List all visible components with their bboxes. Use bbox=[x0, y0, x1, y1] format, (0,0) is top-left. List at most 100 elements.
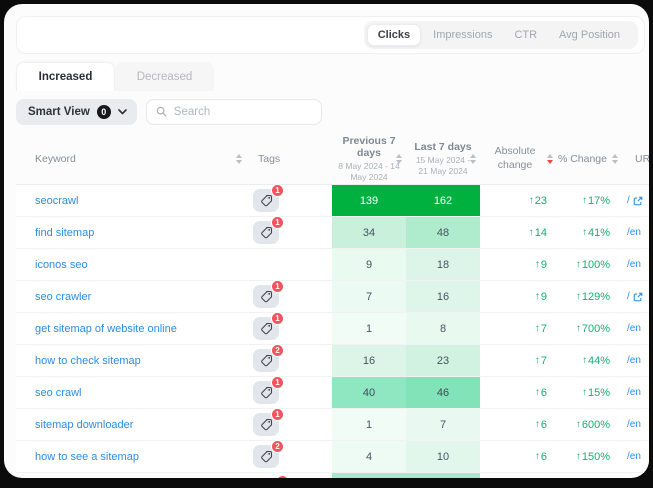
tag-count-badge: 1 bbox=[271, 376, 284, 389]
metric-tab-clicks[interactable]: Clicks bbox=[367, 24, 421, 46]
smart-view-button[interactable]: Smart View 0 bbox=[16, 99, 137, 125]
pct-change-cell: ↑41% bbox=[557, 217, 622, 248]
pct-change-cell: ↑700% bbox=[557, 313, 622, 344]
absolute-change-cell: ↑7 bbox=[480, 313, 557, 344]
up-arrow-icon: ↑ bbox=[582, 227, 587, 238]
prev-clicks-cell: 34 bbox=[332, 217, 406, 248]
prev-clicks-cell: 139 bbox=[332, 185, 406, 216]
view-tabs: Increased Decreased bbox=[16, 62, 649, 91]
url-link[interactable]: /en bbox=[627, 323, 641, 334]
keyword-link[interactable]: seo crawl bbox=[35, 387, 81, 399]
up-arrow-icon: ↑ bbox=[529, 195, 534, 206]
sort-icon-keyword[interactable] bbox=[236, 154, 242, 164]
up-arrow-icon: ↑ bbox=[576, 419, 581, 430]
sort-icon-absolute-change-active[interactable] bbox=[547, 154, 553, 164]
tag-button[interactable]: 1 bbox=[253, 285, 279, 308]
tag-button[interactable]: 2 bbox=[253, 445, 279, 468]
sort-icon-last[interactable] bbox=[470, 154, 476, 164]
up-arrow-icon: ↑ bbox=[576, 451, 581, 462]
prev-clicks-cell: 1 bbox=[332, 409, 406, 440]
keyword-link[interactable]: seo crawler bbox=[35, 291, 91, 303]
tag-button[interactable]: 1 bbox=[253, 317, 279, 340]
external-link-icon bbox=[633, 292, 643, 302]
tag-button[interactable]: 2 bbox=[253, 349, 279, 372]
url-link[interactable]: /en bbox=[627, 451, 641, 462]
toolbar: Smart View 0 bbox=[16, 98, 649, 125]
url-link[interactable]: /en bbox=[627, 227, 641, 238]
table-row: find sitemap 1 34 48 ↑14 ↑41% /en bbox=[16, 217, 649, 249]
absolute-change-cell: ↑9 bbox=[480, 249, 557, 280]
url-link[interactable]: /en bbox=[627, 419, 641, 430]
tag-count-badge: 2 bbox=[271, 344, 284, 357]
up-arrow-icon: ↑ bbox=[535, 323, 540, 334]
tab-increased[interactable]: Increased bbox=[16, 62, 115, 91]
chevron-down-icon bbox=[118, 109, 127, 115]
up-arrow-icon: ↑ bbox=[535, 355, 540, 366]
top-bar: Clicks Impressions CTR Avg Position bbox=[16, 16, 645, 54]
pct-change-cell: ↑150% bbox=[557, 441, 622, 472]
metric-tab-impressions[interactable]: Impressions bbox=[423, 24, 502, 46]
external-link-icon bbox=[633, 196, 643, 206]
url-link[interactable]: /en bbox=[627, 259, 641, 270]
metric-tab-ctr[interactable]: CTR bbox=[504, 24, 547, 46]
absolute-change-cell: ↑23 bbox=[480, 185, 557, 216]
table-row: seo crawl 1 40 46 ↑6 ↑15% /en bbox=[16, 377, 649, 409]
keyword-link[interactable]: seocrawl bbox=[35, 195, 78, 207]
up-arrow-icon: ↑ bbox=[535, 451, 540, 462]
prev-clicks-cell: 4 bbox=[332, 441, 406, 472]
table-header-row: Keyword Tags Previous 7 days 8 May 2024 … bbox=[16, 133, 649, 185]
tag-count-badge: 2 bbox=[271, 440, 284, 453]
up-arrow-icon: ↑ bbox=[582, 387, 587, 398]
column-header-url: URL bbox=[622, 133, 649, 184]
tag-count-badge: 1 bbox=[271, 408, 284, 421]
pct-change-cell: ↑17% bbox=[557, 185, 622, 216]
keyword-link[interactable]: get sitemap of website online bbox=[35, 323, 177, 335]
keyword-link[interactable]: how to see a sitemap bbox=[35, 451, 139, 463]
absolute-change-cell: ↑9 bbox=[480, 281, 557, 312]
up-arrow-icon: ↑ bbox=[576, 259, 581, 270]
keyword-link[interactable]: iconos seo bbox=[35, 259, 88, 271]
search-input[interactable] bbox=[174, 106, 312, 118]
column-header-last-7-days: Last 7 days 15 May 2024 - 21 May 2024 bbox=[406, 133, 480, 184]
tag-icon bbox=[260, 418, 273, 431]
prev-clicks-cell: 1 bbox=[332, 313, 406, 344]
metric-tab-avg-position[interactable]: Avg Position bbox=[549, 24, 630, 46]
keyword-link[interactable]: how to check sitemap bbox=[35, 355, 141, 367]
smart-view-label: Smart View bbox=[28, 106, 90, 118]
up-arrow-icon: ↑ bbox=[576, 323, 581, 334]
tag-icon bbox=[260, 354, 273, 367]
up-arrow-icon: ↑ bbox=[582, 195, 587, 206]
tab-decreased[interactable]: Decreased bbox=[115, 62, 214, 91]
tag-button[interactable]: 1 bbox=[253, 189, 279, 212]
keyword-link[interactable]: find sitemap bbox=[35, 227, 94, 239]
last-clicks-cell: 16 bbox=[406, 281, 480, 312]
pct-change-cell: ↑129% bbox=[557, 281, 622, 312]
up-arrow-icon: ↑ bbox=[529, 227, 534, 238]
pct-change-cell: ↑15% bbox=[557, 377, 622, 408]
url-link[interactable]: / bbox=[627, 291, 643, 302]
prev-clicks-cell: 7 bbox=[332, 281, 406, 312]
metric-switcher: Clicks Impressions CTR Avg Position bbox=[364, 21, 638, 49]
pct-change-cell: ↑44% bbox=[557, 345, 622, 376]
keyword-link[interactable]: sitemap downloader bbox=[35, 419, 133, 431]
sort-icon-pct-change[interactable] bbox=[612, 154, 618, 164]
tag-count-badge: 1 bbox=[271, 216, 284, 229]
tag-button[interactable]: 1 bbox=[253, 413, 279, 436]
url-link[interactable]: /en bbox=[627, 387, 641, 398]
url-link[interactable]: / bbox=[627, 195, 643, 206]
tag-button[interactable]: 1 bbox=[253, 381, 279, 404]
column-header-keyword: Keyword bbox=[16, 133, 250, 184]
url-link[interactable]: /en bbox=[627, 355, 641, 366]
sort-icon-previous[interactable] bbox=[396, 154, 402, 164]
search-icon bbox=[156, 106, 167, 117]
tag-count-badge: 1 bbox=[271, 280, 284, 293]
tag-icon bbox=[260, 290, 273, 303]
up-arrow-icon: ↑ bbox=[582, 355, 587, 366]
absolute-change-cell: ↑14 bbox=[480, 217, 557, 248]
absolute-change-cell: ↑6 bbox=[480, 409, 557, 440]
partial-next-row bbox=[16, 473, 649, 478]
table-row: iconos seo 9 18 ↑9 ↑100% /en bbox=[16, 249, 649, 281]
tag-button[interactable]: 1 bbox=[253, 221, 279, 244]
tag-icon bbox=[260, 450, 273, 463]
absolute-change-cell: ↑6 bbox=[480, 377, 557, 408]
